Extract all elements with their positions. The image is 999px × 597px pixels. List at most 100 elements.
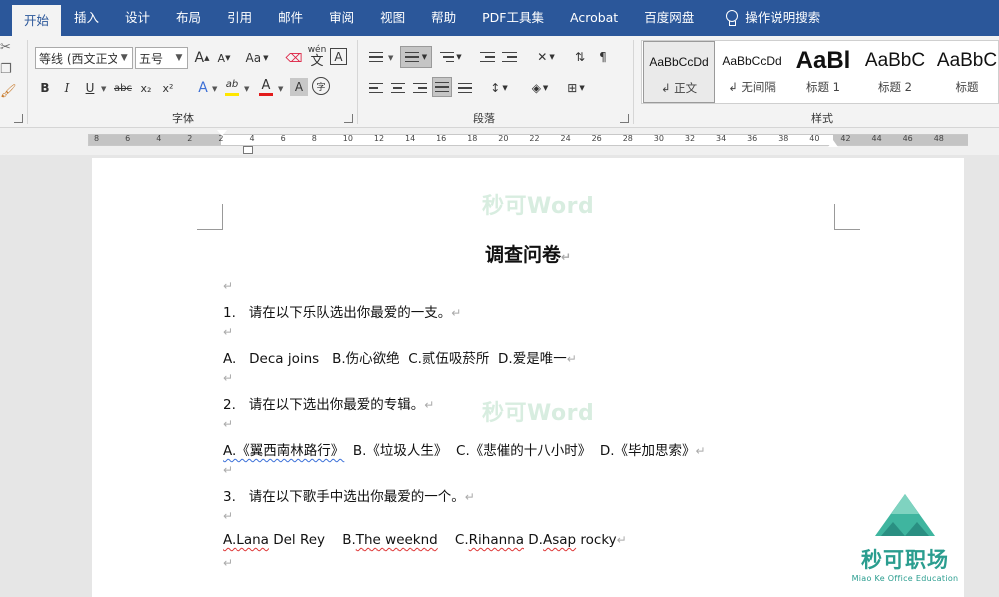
highlight-button[interactable]: ab [222,74,242,94]
watermark-text: 秒可Word [482,401,595,426]
tab-baidu-netdisk[interactable]: 百度网盘 [631,0,707,36]
character-border-button[interactable]: A [330,48,347,65]
align-center-icon[interactable] [388,78,408,98]
ruler-tick-label: 12 [373,134,385,143]
question-1: 1. 请在以下乐队选出你最爱的一支。↵ [223,305,462,321]
distributed-icon[interactable] [455,78,475,98]
clipboard-group: ✂ ❐ 🖌 [0,40,18,110]
font-launcher-icon[interactable] [344,114,353,123]
font-color-button[interactable]: A [256,75,276,95]
justify-icon[interactable] [432,77,452,97]
numbering-icon[interactable]: ▼ [400,46,432,68]
phonetic-guide-button[interactable]: wén 文 [307,44,327,70]
ruler-tick-label: 18 [467,134,478,143]
tab-mailings[interactable]: 邮件 [265,0,316,36]
style-heading-2[interactable]: AaBbC 标题 2 [859,41,931,103]
align-left-icon[interactable] [366,78,386,98]
style-title[interactable]: AaBbC 标题 [931,41,999,103]
decrease-indent-icon[interactable] [477,47,497,67]
chevron-down-icon[interactable]: ▼ [244,85,249,93]
empty-paragraph: ↵ [223,417,234,431]
tell-me-label: 操作说明搜索 [745,10,821,25]
clear-formatting-icon[interactable]: ⌫ [284,48,304,68]
font-group-label: 字体 [172,112,194,125]
chevron-down-icon[interactable]: ▼ [212,85,217,93]
ruler-tick-label: 6 [125,134,131,143]
copy-icon[interactable]: ❐ [0,62,18,80]
shrink-font-button[interactable]: A ▼ [214,48,234,68]
paragraph-launcher-icon[interactable] [620,114,629,123]
ruler-tick-label: 46 [902,134,913,143]
tab-help[interactable]: 帮助 [418,0,469,36]
ruler-tick-label: 28 [622,134,633,143]
cut-icon[interactable]: ✂ [0,40,18,58]
multilevel-list-icon[interactable]: ▼ [438,47,464,67]
chevron-down-icon[interactable]: ▼ [101,85,106,93]
tab-review[interactable]: 审阅 [316,0,367,36]
tab-view[interactable]: 视图 [367,0,418,36]
empty-paragraph: ↵ [223,371,234,385]
ruler-tick-label: 24 [560,134,571,143]
first-line-indent-marker[interactable] [217,130,227,136]
tab-design[interactable]: 设计 [112,0,163,36]
font-color-swatch [259,93,273,96]
chinese-layout-icon[interactable]: ✕ ▼ [533,47,559,67]
ruler-tick-label: 32 [684,134,696,143]
ruler-tick-label: 44 [871,134,882,143]
brand-logo: 秒可职场 Miao Ke Office Education [850,492,960,583]
lightbulb-icon [725,10,739,26]
ruler-tick-label: 40 [809,134,820,143]
empty-paragraph: ↵ [223,279,234,293]
tab-home[interactable]: 开始 [12,5,62,36]
empty-paragraph: ↵ [223,463,234,477]
style-heading-1[interactable]: AaBl 标题 1 [787,41,859,103]
line-spacing-icon[interactable]: ↕ ▼ [486,78,512,98]
document-page[interactable]: 秒可Word 秒可Word 调查问卷↵ ↵ 1. 请在以下乐队选出你最爱的一支。… [92,158,964,597]
show-marks-icon[interactable]: ¶ [593,47,613,67]
ruler-tick-label: 6 [280,134,286,143]
chevron-down-icon[interactable]: ▼ [388,54,393,62]
character-shading-button[interactable]: A [290,78,308,96]
tab-pdf-tools[interactable]: PDF工具集 [469,0,557,36]
tab-references[interactable]: 引用 [214,0,265,36]
style-normal[interactable]: AaBbCcDd ↲ 正文 [643,41,715,103]
logo-tagline: Miao Ke Office Education [851,574,959,583]
ribbon-home: ✂ ❐ 🖌 等线 (西文正文 ▼ 五号 ▼ A ▲ A ▼ Aa ▼ ⌫ wén 文 A… [0,36,999,128]
ruler-tick-label: 38 [778,134,789,143]
font-size-dropdown[interactable]: 五号 ▼ [135,47,188,69]
tab-layout[interactable]: 布局 [163,0,214,36]
underline-button[interactable]: U [80,78,100,98]
ruler-tick-label: 20 [498,134,509,143]
superscript-button[interactable]: x² [158,78,178,98]
chevron-down-icon: ▼ [175,53,183,63]
enclose-characters-button[interactable]: 字 [312,77,330,95]
bullets-icon[interactable] [366,47,386,67]
shading-icon[interactable]: ◈ ▼ [527,78,553,98]
strikethrough-button[interactable]: abc [113,78,133,98]
tab-insert[interactable]: 插入 [61,0,112,36]
ruler-tick-label: 14 [405,134,416,143]
sort-icon[interactable]: ⇅ [570,47,590,67]
subscript-button[interactable]: x₂ [136,78,156,98]
increase-indent-icon[interactable] [499,47,519,67]
format-painter-icon[interactable]: 🖌 [0,84,18,102]
question-3-options: A.Lana Del Rey B.The weeknd C.Rihanna D.… [223,532,627,548]
horizontal-ruler[interactable]: 8 6 4 2 2 4 6 8 10 12 14 16 18 20 22 24 26 28 30 32 34 36 38 40… [0,128,999,155]
align-right-icon[interactable] [410,78,430,98]
tab-acrobat[interactable]: Acrobat [557,0,631,36]
font-name-dropdown[interactable]: 等线 (西文正文 ▼ [35,47,133,69]
left-indent-marker[interactable] [243,146,253,154]
grow-font-button[interactable]: A ▲ [192,48,212,68]
borders-icon[interactable]: ⊞ ▼ [563,78,589,98]
bold-button[interactable]: B [35,78,55,98]
document-title: 调查问卷↵ [484,244,572,266]
tell-me-search[interactable]: 操作说明搜索 [707,0,833,36]
italic-button[interactable]: I [57,78,77,98]
ruler-tick-label: 36 [747,134,758,143]
clipboard-launcher-icon[interactable] [14,114,23,123]
style-no-spacing[interactable]: AaBbCcDd ↲ 无间隔 [716,41,788,103]
change-case-button[interactable]: Aa ▼ [243,48,271,68]
text-effects-button[interactable]: A [193,78,213,98]
chevron-down-icon[interactable]: ▼ [278,85,283,93]
right-indent-marker[interactable] [828,140,838,147]
